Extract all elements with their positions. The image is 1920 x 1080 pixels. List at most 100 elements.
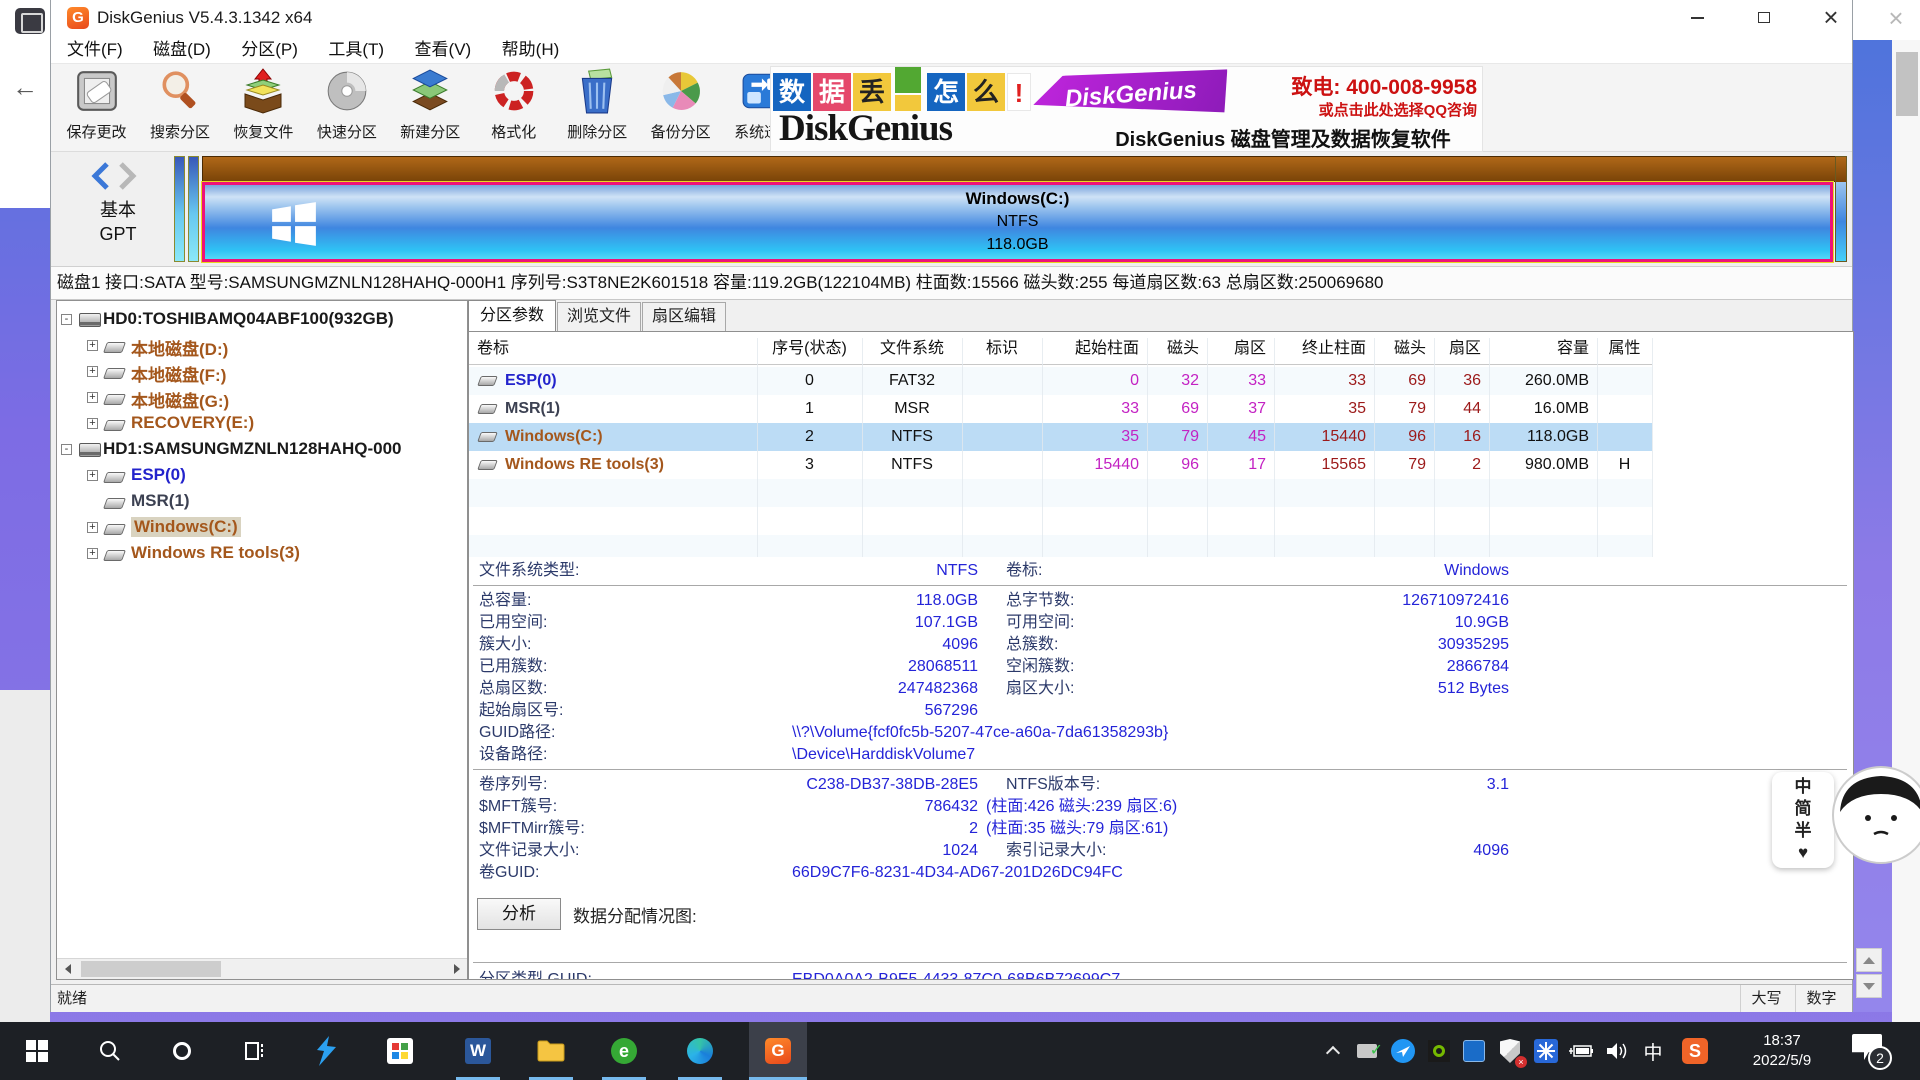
folder-icon [537,1039,565,1063]
partition-style-label: 基本 [73,196,163,222]
menu-partition[interactable]: 分区(P) [228,36,311,63]
background-scrollbar-thumb[interactable] [1896,52,1918,116]
partition-block-re-tools[interactable] [1835,156,1847,262]
detail-label: 卷GUID: [479,862,539,884]
clock-date: 2022/5/9 [1730,1051,1834,1071]
edge-button[interactable] [671,1022,729,1080]
sogou-tray-icon[interactable]: S [1680,1036,1710,1066]
partition-icon [103,524,126,535]
cartoon-avatar[interactable] [1830,764,1920,866]
bird-app-tray-icon[interactable] [1388,1036,1418,1066]
tree-item-hd0[interactable]: - HD0:TOSHIBAMQ04ABF100(932GB) [57,307,467,333]
menu-view[interactable]: 查看(V) [402,36,485,63]
windows-logo-icon [26,1040,48,1062]
taskbar-clock[interactable]: 18:37 2022/5/9 [1730,1031,1834,1071]
freeze-tray-icon[interactable] [1531,1036,1561,1066]
ime-indicator[interactable]: 中 [1638,1036,1668,1066]
tab-sector-edit[interactable]: 扇区编辑 [642,302,726,331]
taskbar-search-button[interactable] [81,1022,139,1080]
collapse-icon[interactable]: - [61,444,72,455]
tree-item-local-g[interactable]: + 本地磁盘(G:) [57,385,467,411]
intel-graphics-tray-icon[interactable] [1459,1036,1489,1066]
tree-item-windows-re[interactable]: + Windows RE tools(3) [57,541,467,567]
quick-partition-button[interactable]: 快速分区 [307,64,386,150]
partition-block-esp[interactable] [174,156,185,262]
tree-item-esp[interactable]: + ESP(0) [57,463,467,489]
new-partition-button[interactable]: 新建分区 [391,64,470,150]
expand-icon[interactable]: + [87,418,98,429]
banner-ad[interactable]: 数 据 丢 怎 么 ! DiskGenius 致电: 400-008-9958 … [770,66,1483,152]
tree-horizontal-scrollbar[interactable] [57,958,467,979]
ime-simplified[interactable]: 简 [1795,798,1812,820]
battery-tray-icon[interactable] [1566,1036,1596,1066]
expand-icon[interactable]: + [87,340,98,351]
diskgenius-taskbar-button[interactable]: G [749,1022,807,1080]
tray-expand-button[interactable] [1318,1036,1348,1066]
detail-value: 512 Bytes [1202,678,1509,700]
backup-partition-button[interactable]: 备份分区 [641,64,720,150]
menu-help[interactable]: 帮助(H) [489,36,573,63]
printer-tray-icon[interactable]: ✓ [1352,1036,1382,1066]
defender-tray-icon[interactable]: × [1495,1036,1525,1066]
maximize-button[interactable] [1740,0,1788,36]
partition-block-msr[interactable] [188,156,199,262]
file-explorer-button[interactable] [522,1022,580,1080]
nvidia-tray-icon[interactable] [1424,1036,1454,1066]
expand-icon[interactable]: + [87,470,98,481]
ime-toolbar[interactable]: 中 简 半 ♥ [1772,772,1834,868]
format-button[interactable]: 格式化 [474,64,553,150]
partition-block-windows-c[interactable]: Windows(C:) NTFS 118.0GB [202,182,1833,262]
tree-item-recovery-e[interactable]: + RECOVERY(E:) [57,411,467,437]
close-button[interactable]: × [1807,0,1855,36]
ime-mode[interactable]: 中 [1795,776,1812,798]
disk-nav-arrows[interactable] [91,162,147,190]
scroll-down-button[interactable] [1856,974,1882,998]
thunder-app-button[interactable] [297,1022,355,1080]
expand-icon[interactable]: + [87,366,98,377]
banner-qq-link[interactable]: 或点击此处选择QQ咨询 [1219,99,1477,120]
back-arrow-icon: ← [12,72,38,103]
search-partition-button[interactable]: 搜索分区 [140,64,219,150]
menu-tools[interactable]: 工具(T) [315,36,397,63]
recover-files-button[interactable]: 恢复文件 [224,64,303,150]
expand-icon[interactable]: + [87,522,98,533]
disk-header-bar[interactable] [202,156,1847,182]
detail-value: NTFS [599,560,978,582]
ime-halfwidth[interactable]: 半 [1795,820,1812,842]
tree-item-msr[interactable]: MSR(1) [57,489,467,515]
table-row-esp[interactable]: ESP(0) 0 FAT32 0 32 33 33 69 36 260.0MB [469,367,1652,395]
tree-item-windows-c[interactable]: + Windows(C:) [57,515,467,541]
scroll-up-button[interactable] [1856,948,1882,972]
menu-disk[interactable]: 磁盘(D) [140,36,224,63]
heart-icon[interactable]: ♥ [1798,842,1808,864]
expand-icon[interactable]: + [87,392,98,403]
partition-params-body: 卷标 序号(状态) 文件系统 标识 起始柱面 磁头 扇区 终止柱面 磁头 扇区 … [468,331,1854,980]
save-changes-button[interactable]: 保存更改 [57,64,136,150]
disk-map-panel: 基本 GPT Windows(C:) NTFS 118.0G [51,152,1852,266]
cortana-button[interactable] [153,1022,211,1080]
tab-browse-files[interactable]: 浏览文件 [557,302,641,331]
scroll-left-button[interactable] [57,959,78,979]
word-button[interactable]: W [449,1022,507,1080]
browser-360-button[interactable]: e [595,1022,653,1080]
scrollbar-thumb[interactable] [81,961,221,977]
numlock-indicator: 数字 [1795,985,1847,1012]
analyze-button[interactable]: 分析 [477,898,561,930]
table-row-windows-c-selected[interactable]: Windows(C:) 2 NTFS 35 79 45 15440 96 16 … [469,423,1652,451]
tab-partition-params[interactable]: 分区参数 [468,300,556,331]
scroll-right-button[interactable] [446,959,467,979]
start-button[interactable] [8,1022,66,1080]
delete-partition-button[interactable]: 删除分区 [558,64,637,150]
store-button[interactable] [371,1022,429,1080]
minimize-button[interactable] [1673,0,1721,36]
expand-icon[interactable]: + [87,548,98,559]
table-row-msr[interactable]: MSR(1) 1 MSR 33 69 37 35 79 44 16.0MB [469,395,1652,423]
tree-item-hd1[interactable]: - HD1:SAMSUNGMZNLN128HAHQ-000 [57,437,467,463]
tree-item-local-f[interactable]: + 本地磁盘(F:) [57,359,467,385]
tree-item-local-d[interactable]: + 本地磁盘(D:) [57,333,467,359]
task-view-button[interactable] [225,1022,283,1080]
volume-tray-icon[interactable] [1602,1036,1632,1066]
collapse-icon[interactable]: - [61,314,72,325]
menu-file[interactable]: 文件(F) [54,36,136,63]
inactive-close-icon: × [1876,2,1916,34]
